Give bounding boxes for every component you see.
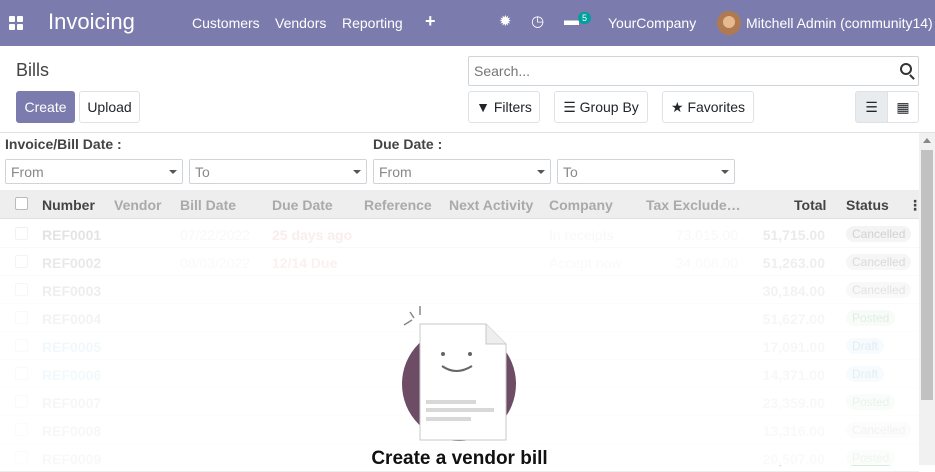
due-date-to-select[interactable]: To bbox=[557, 159, 735, 184]
menu-reporting[interactable]: Reporting bbox=[342, 15, 403, 31]
upload-button[interactable]: Upload bbox=[79, 91, 140, 123]
star-icon: ★ bbox=[670, 98, 688, 115]
invoice-date-label: Invoice/Bill Date : bbox=[5, 136, 122, 152]
divider bbox=[0, 132, 935, 133]
vendor-bill-illustration bbox=[402, 306, 516, 441]
scroll-up-icon[interactable] bbox=[923, 138, 931, 143]
bug-icon[interactable]: ✹ bbox=[499, 12, 512, 30]
col-vendor[interactable]: Vendor bbox=[114, 197, 161, 213]
filter-icon: ▼ bbox=[476, 99, 494, 115]
search-icon[interactable] bbox=[900, 63, 912, 75]
col-number[interactable]: Number bbox=[42, 197, 95, 213]
company-switcher[interactable]: YourCompany bbox=[608, 15, 696, 31]
plus-icon[interactable]: + bbox=[425, 11, 436, 32]
kanban-view-icon: ▦ bbox=[896, 98, 910, 115]
col-bill-date[interactable]: Bill Date bbox=[180, 197, 236, 213]
user-menu[interactable]: Mitchell Admin (community14) bbox=[746, 15, 933, 31]
app-brand[interactable]: Invoicing bbox=[48, 9, 135, 35]
table-header: Number Vendor Bill Date Due Date Referen… bbox=[0, 190, 922, 219]
menu-vendors[interactable]: Vendors bbox=[275, 15, 326, 31]
col-tax-excluded[interactable]: Tax Exclude… bbox=[646, 197, 741, 213]
top-navbar: Invoicing Customers Vendors Reporting + … bbox=[0, 0, 935, 46]
col-status[interactable]: Status bbox=[846, 197, 889, 213]
empty-state-title: Create a vendor bill bbox=[371, 448, 548, 469]
messages-badge: 5 bbox=[578, 12, 592, 24]
kanban-view-button[interactable]: ▦ bbox=[887, 91, 919, 123]
filters-button[interactable]: ▼ Filters bbox=[468, 91, 540, 123]
favorites-button[interactable]: ★ Favorites bbox=[662, 91, 754, 123]
menu-customers[interactable]: Customers bbox=[192, 15, 260, 31]
group-by-button[interactable]: ☰ Group By bbox=[554, 91, 648, 123]
scrollbar[interactable] bbox=[919, 133, 935, 465]
list-view-icon: ☰ bbox=[865, 98, 878, 115]
avatar[interactable] bbox=[717, 11, 741, 35]
apps-menu-icon[interactable] bbox=[9, 16, 23, 30]
col-total[interactable]: Total bbox=[794, 197, 826, 213]
create-button[interactable]: Create bbox=[16, 91, 75, 123]
col-reference[interactable]: Reference bbox=[364, 197, 432, 213]
search-input[interactable] bbox=[469, 57, 889, 85]
due-date-from-select[interactable]: From bbox=[373, 159, 551, 184]
col-company[interactable]: Company bbox=[549, 197, 613, 213]
list-view-button[interactable]: ☰ bbox=[855, 91, 888, 123]
col-next-activity[interactable]: Next Activity bbox=[449, 197, 533, 213]
due-date-label: Due Date : bbox=[373, 136, 443, 152]
clock-icon[interactable]: ◷ bbox=[531, 12, 544, 30]
invoice-date-to-select[interactable]: To bbox=[189, 159, 367, 184]
invoice-date-from-select[interactable]: From bbox=[5, 159, 183, 184]
select-all-checkbox[interactable] bbox=[15, 197, 28, 210]
page-title: Bills bbox=[16, 60, 50, 80]
col-due-date[interactable]: Due Date bbox=[272, 197, 333, 213]
search-box[interactable] bbox=[468, 56, 919, 86]
list-icon: ☰ bbox=[563, 98, 580, 115]
scrollbar-thumb[interactable] bbox=[921, 150, 933, 400]
chat-icon[interactable]: ▬ bbox=[564, 12, 579, 29]
